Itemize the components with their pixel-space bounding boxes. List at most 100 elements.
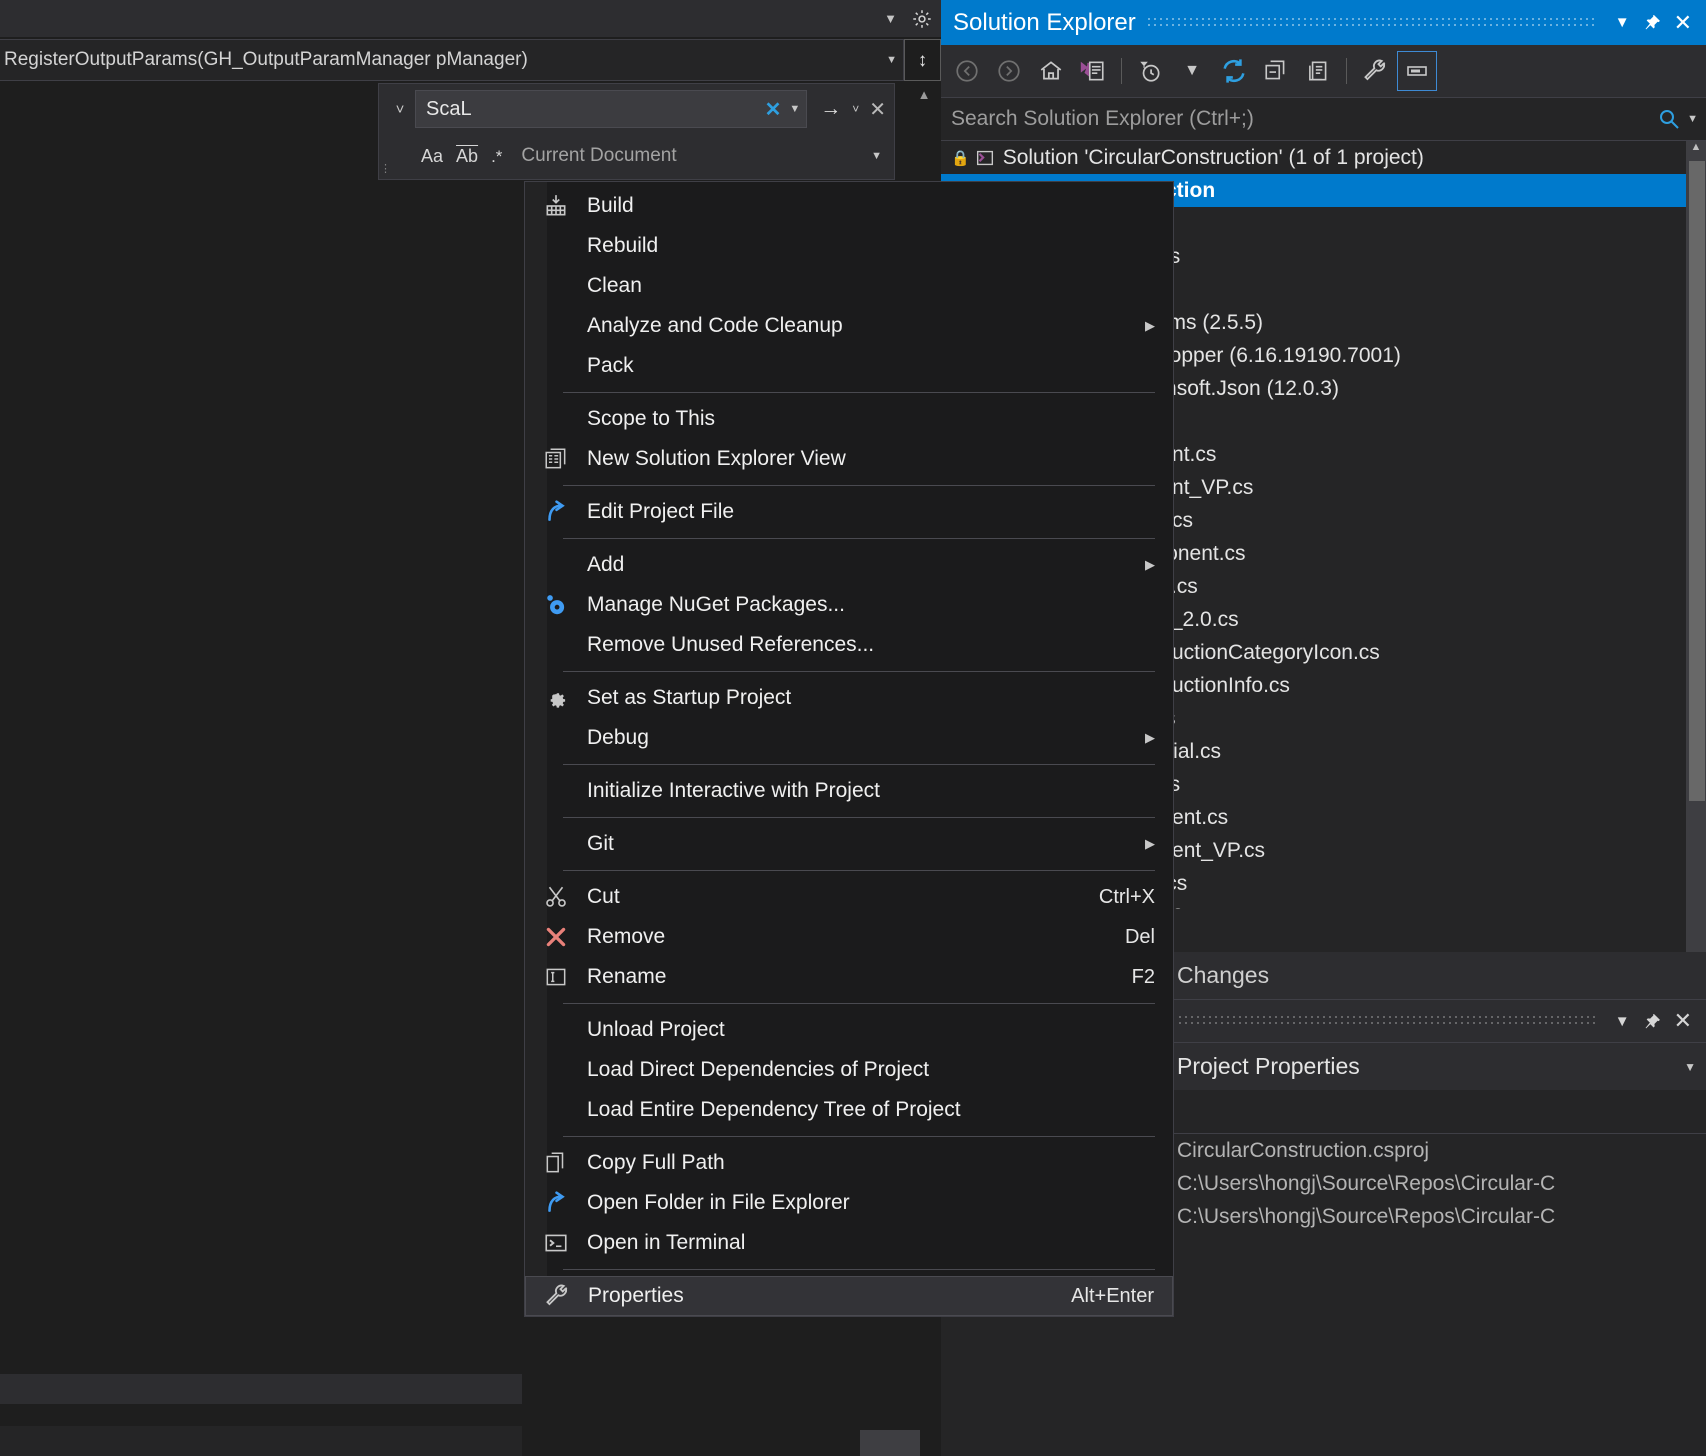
- property-row[interactable]: C:\Users\hongj\Source\Repos\Circular-C: [1177, 1200, 1706, 1233]
- menu-separator: [563, 817, 1155, 818]
- split-window-button[interactable]: ↕: [904, 39, 941, 81]
- menu-separator: [563, 538, 1155, 539]
- scroll-up-icon[interactable]: ▲: [918, 87, 931, 102]
- menu-item-unload-project[interactable]: Unload Project: [525, 1010, 1173, 1050]
- menu-separator: [563, 392, 1155, 393]
- chevron-down-icon: ▼: [886, 54, 897, 66]
- menu-item-open-folder-in-file-explorer[interactable]: Open Folder in File Explorer: [525, 1183, 1173, 1223]
- search-input[interactable]: [951, 107, 1652, 131]
- match-whole-word-icon[interactable]: Ab: [456, 147, 478, 165]
- chevron-down-icon[interactable]: ▼: [884, 12, 897, 25]
- menu-item-copy-full-path[interactable]: Copy Full Path: [525, 1143, 1173, 1183]
- find-input-value: ScaL: [426, 97, 472, 120]
- gear-icon: [525, 685, 587, 711]
- build-icon: [525, 193, 587, 219]
- menu-item-remove[interactable]: Remove Del: [525, 917, 1173, 957]
- menu-item-load-direct-dependencies-of-project[interactable]: Load Direct Dependencies of Project: [525, 1050, 1173, 1090]
- chevron-down-icon[interactable]: ▼: [787, 103, 800, 115]
- use-regex-icon[interactable]: .*: [491, 148, 502, 165]
- menu-item-initialize-interactive-with-project[interactable]: Initialize Interactive with Project: [525, 771, 1173, 811]
- open-folder-icon: [525, 1190, 587, 1216]
- property-value: C:\Users\hongj\Source\Repos\Circular-C: [1177, 1204, 1556, 1228]
- toolbar-separator: [1121, 58, 1122, 84]
- menu-item-debug[interactable]: Debug ▶: [525, 718, 1173, 758]
- menu-item-label: Unload Project: [587, 1018, 725, 1041]
- property-row[interactable]: C:\Users\hongj\Source\Repos\Circular-C: [1177, 1167, 1706, 1200]
- menu-item-label: Remove: [587, 925, 666, 948]
- menu-separator: [563, 671, 1155, 672]
- menu-separator: [563, 485, 1155, 486]
- menu-item-pack[interactable]: Pack: [525, 346, 1173, 386]
- menu-item-label: Copy Full Path: [587, 1151, 725, 1174]
- forward-icon[interactable]: [989, 51, 1029, 91]
- show-all-files-icon[interactable]: [1298, 51, 1338, 91]
- scroll-up-icon[interactable]: ▲: [1686, 141, 1706, 153]
- editor-horizontal-scrollbar[interactable]: [860, 1430, 920, 1456]
- gear-icon[interactable]: [911, 8, 933, 30]
- submenu-arrow-icon: ▶: [1145, 730, 1155, 745]
- arrow-right-icon[interactable]: →: [815, 97, 846, 121]
- new-solution-explorer-view-icon: [525, 446, 587, 472]
- sync-with-active-document-icon[interactable]: [1214, 51, 1254, 91]
- property-row[interactable]: CircularConstruction.csproj: [1177, 1134, 1706, 1167]
- back-icon[interactable]: [947, 51, 987, 91]
- menu-item-git[interactable]: Git ▶: [525, 824, 1173, 864]
- find-widget-grip[interactable]: ⋮: [380, 162, 392, 175]
- solution-explorer-scrollbar[interactable]: ▲: [1686, 141, 1706, 952]
- menu-item-remove-unused-references[interactable]: Remove Unused References...: [525, 625, 1173, 665]
- menu-item-set-as-startup-project[interactable]: Set as Startup Project: [525, 678, 1173, 718]
- chevron-down-icon[interactable]: ▼: [871, 150, 894, 162]
- solution-explorer-title: Solution Explorer: [953, 8, 1136, 36]
- home-icon[interactable]: [1031, 51, 1071, 91]
- preview-selected-items-icon[interactable]: [1397, 51, 1437, 91]
- match-case-icon[interactable]: Aa: [421, 147, 443, 165]
- solution-explorer-search[interactable]: ▼: [941, 97, 1706, 141]
- window-dropdown-icon[interactable]: ▼: [1608, 14, 1637, 31]
- menu-item-manage-nuget-packages[interactable]: Manage NuGet Packages...: [525, 585, 1173, 625]
- find-scope-label[interactable]: Current Document: [521, 145, 676, 167]
- menu-item-rename[interactable]: Rename F2: [525, 957, 1173, 997]
- menu-item-clean[interactable]: Clean: [525, 266, 1173, 306]
- pin-icon[interactable]: [1637, 14, 1668, 31]
- menu-item-new-solution-explorer-view[interactable]: New Solution Explorer View: [525, 439, 1173, 479]
- menu-item-label: Open Folder in File Explorer: [587, 1191, 850, 1214]
- close-icon[interactable]: ✕: [1668, 10, 1698, 36]
- pin-icon[interactable]: [1637, 1013, 1668, 1030]
- window-dropdown-icon[interactable]: ▼: [1608, 1013, 1637, 1030]
- menu-item-build[interactable]: Build: [525, 186, 1173, 226]
- collapse-all-icon[interactable]: [1256, 51, 1296, 91]
- find-input[interactable]: ScaL ✕ ▼: [415, 90, 808, 128]
- search-icon[interactable]: [1651, 107, 1687, 131]
- chevron-down-icon[interactable]: ˅: [385, 101, 415, 118]
- scrollbar-thumb[interactable]: [1689, 161, 1705, 801]
- chevron-down-icon[interactable]: ˅: [846, 102, 865, 116]
- solution-explorer-titlebar: Solution Explorer ▼ ✕: [941, 0, 1706, 45]
- menu-item-scope-to-this[interactable]: Scope to This: [525, 399, 1173, 439]
- recent-files-filter-icon[interactable]: [1130, 51, 1170, 91]
- menu-item-load-entire-dependency-tree-of-project[interactable]: Load Entire Dependency Tree of Project: [525, 1090, 1173, 1130]
- chevron-down-icon[interactable]: ▼: [1684, 1060, 1696, 1074]
- filter-dropdown-icon[interactable]: ▼: [1172, 51, 1212, 91]
- menu-separator: [563, 1269, 1155, 1270]
- menu-item-label: Scope to This: [587, 407, 716, 430]
- menu-item-label: Open in Terminal: [587, 1231, 746, 1254]
- menu-item-shortcut: Alt+Enter: [1071, 1284, 1154, 1307]
- menu-item-analyze-and-code-cleanup[interactable]: Analyze and Code Cleanup ▶: [525, 306, 1173, 346]
- close-icon[interactable]: ✕: [1668, 1008, 1698, 1034]
- close-icon[interactable]: ✕: [865, 97, 894, 122]
- menu-item-open-in-terminal[interactable]: Open in Terminal: [525, 1223, 1173, 1263]
- tree-label: sshopper (6.16.19190.7001): [1137, 343, 1401, 367]
- properties-wrench-icon: [526, 1283, 588, 1309]
- clear-x-icon[interactable]: ✕: [759, 97, 788, 122]
- member-dropdown[interactable]: RegisterOutputParams(GH_OutputParamManag…: [0, 39, 904, 81]
- chevron-down-icon[interactable]: ▼: [1687, 113, 1698, 125]
- menu-item-add[interactable]: Add ▶: [525, 545, 1173, 585]
- tree-row-solution[interactable]: 🔒 Solution 'CircularConstruction' (1 of …: [941, 141, 1706, 174]
- pending-changes-filter-icon[interactable]: [1073, 51, 1113, 91]
- properties-wrench-icon[interactable]: [1355, 51, 1395, 91]
- menu-item-edit-project-file[interactable]: Edit Project File: [525, 492, 1173, 532]
- menu-item-label: Set as Startup Project: [587, 686, 792, 709]
- menu-item-properties[interactable]: Properties Alt+Enter: [525, 1276, 1173, 1316]
- menu-item-cut[interactable]: Cut Ctrl+X: [525, 877, 1173, 917]
- menu-item-rebuild[interactable]: Rebuild: [525, 226, 1173, 266]
